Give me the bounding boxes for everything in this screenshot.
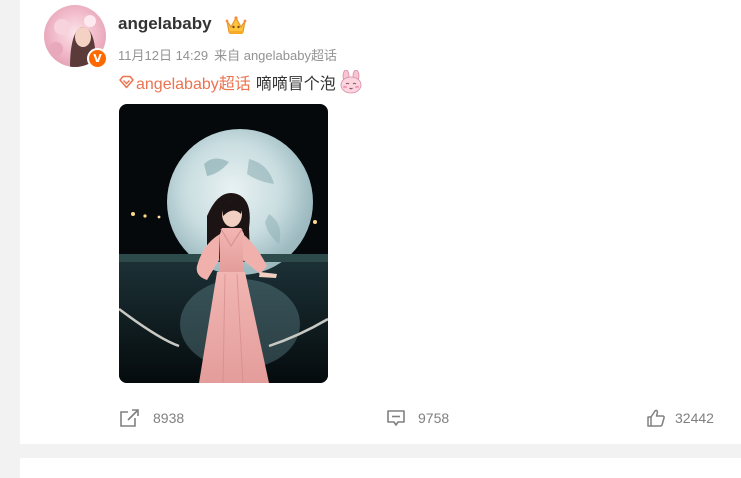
username[interactable]: angelababy [118, 14, 212, 34]
comment-button[interactable]: 9758 [386, 408, 449, 428]
comment-count: 9758 [418, 410, 450, 426]
like-count: 32442 [675, 410, 714, 426]
share-icon [120, 409, 139, 427]
weibo-post-card: V angelababy 11月12日 14:29 来自 angelababy超话… [20, 0, 741, 444]
share-button[interactable]: 8938 [119, 408, 184, 428]
share-count: 8938 [153, 410, 185, 426]
avatar[interactable]: V [44, 5, 108, 69]
super-topic-label: angelababy超话 [136, 76, 251, 93]
crown-icon [225, 16, 247, 34]
like-button[interactable]: 32442 [646, 408, 714, 428]
post-timestamp[interactable]: 11月12日 14:29 [118, 48, 208, 63]
comment-icon [387, 410, 405, 426]
post-meta: 11月12日 14:29 来自 angelababy超话 [118, 45, 337, 64]
pink-bunny-emoji-icon [340, 70, 362, 94]
verified-badge-icon: V [87, 48, 108, 69]
super-topic-link[interactable]: angelababy超话 [118, 70, 251, 94]
super-topic-diamond-icon [119, 75, 134, 89]
post-actions: 8938 9758 32442 [20, 400, 741, 440]
post-photo[interactable] [119, 104, 328, 383]
post-source[interactable]: 来自 angelababy超话 [214, 48, 337, 63]
post-text: 嘀嘀冒个泡 [255, 76, 336, 93]
thumbs-up-icon [647, 409, 665, 427]
next-post-card [20, 458, 741, 478]
post-content: angelababy超话 嘀嘀冒个泡 [118, 70, 364, 94]
